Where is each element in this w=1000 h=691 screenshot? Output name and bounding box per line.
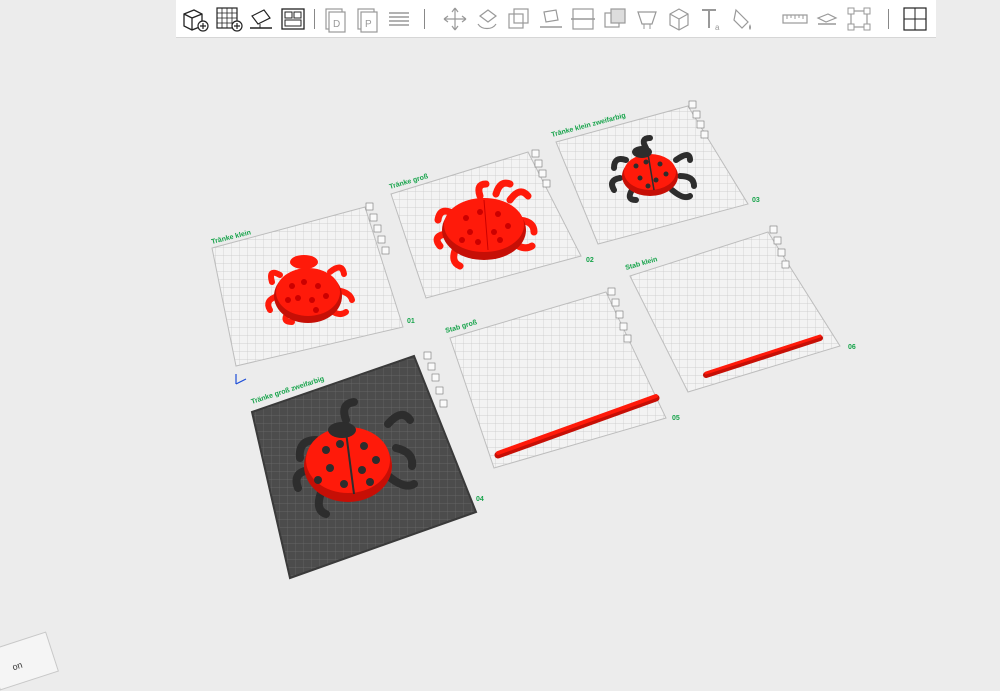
plate-03-number: 03 xyxy=(752,197,760,204)
plate-06[interactable]: Stab klein 06 xyxy=(625,225,856,393)
plate-06-number: 06 xyxy=(848,344,856,351)
corner-tab-label: on xyxy=(10,659,24,673)
plate-05[interactable]: Stab groß 05 xyxy=(445,287,680,469)
plate-05-number: 05 xyxy=(672,415,680,422)
plate-01[interactable]: Tränke klein 01 xyxy=(211,202,415,385)
axis-gizmo xyxy=(235,374,247,385)
plate-03[interactable]: Tränke klein zweifarbig 03 xyxy=(551,100,760,245)
plate-01-number: 01 xyxy=(407,318,415,325)
plate-04-number: 04 xyxy=(476,496,484,503)
plate-04[interactable]: Tränke groß zweifarbig 04 xyxy=(250,351,484,580)
plate-02[interactable]: Tränke groß 02 xyxy=(389,149,594,299)
plate-02-number: 02 xyxy=(586,257,594,264)
build-plate-scene[interactable]: Tränke klein 01 Tränke groß 02 Tränke kl… xyxy=(0,0,1000,665)
